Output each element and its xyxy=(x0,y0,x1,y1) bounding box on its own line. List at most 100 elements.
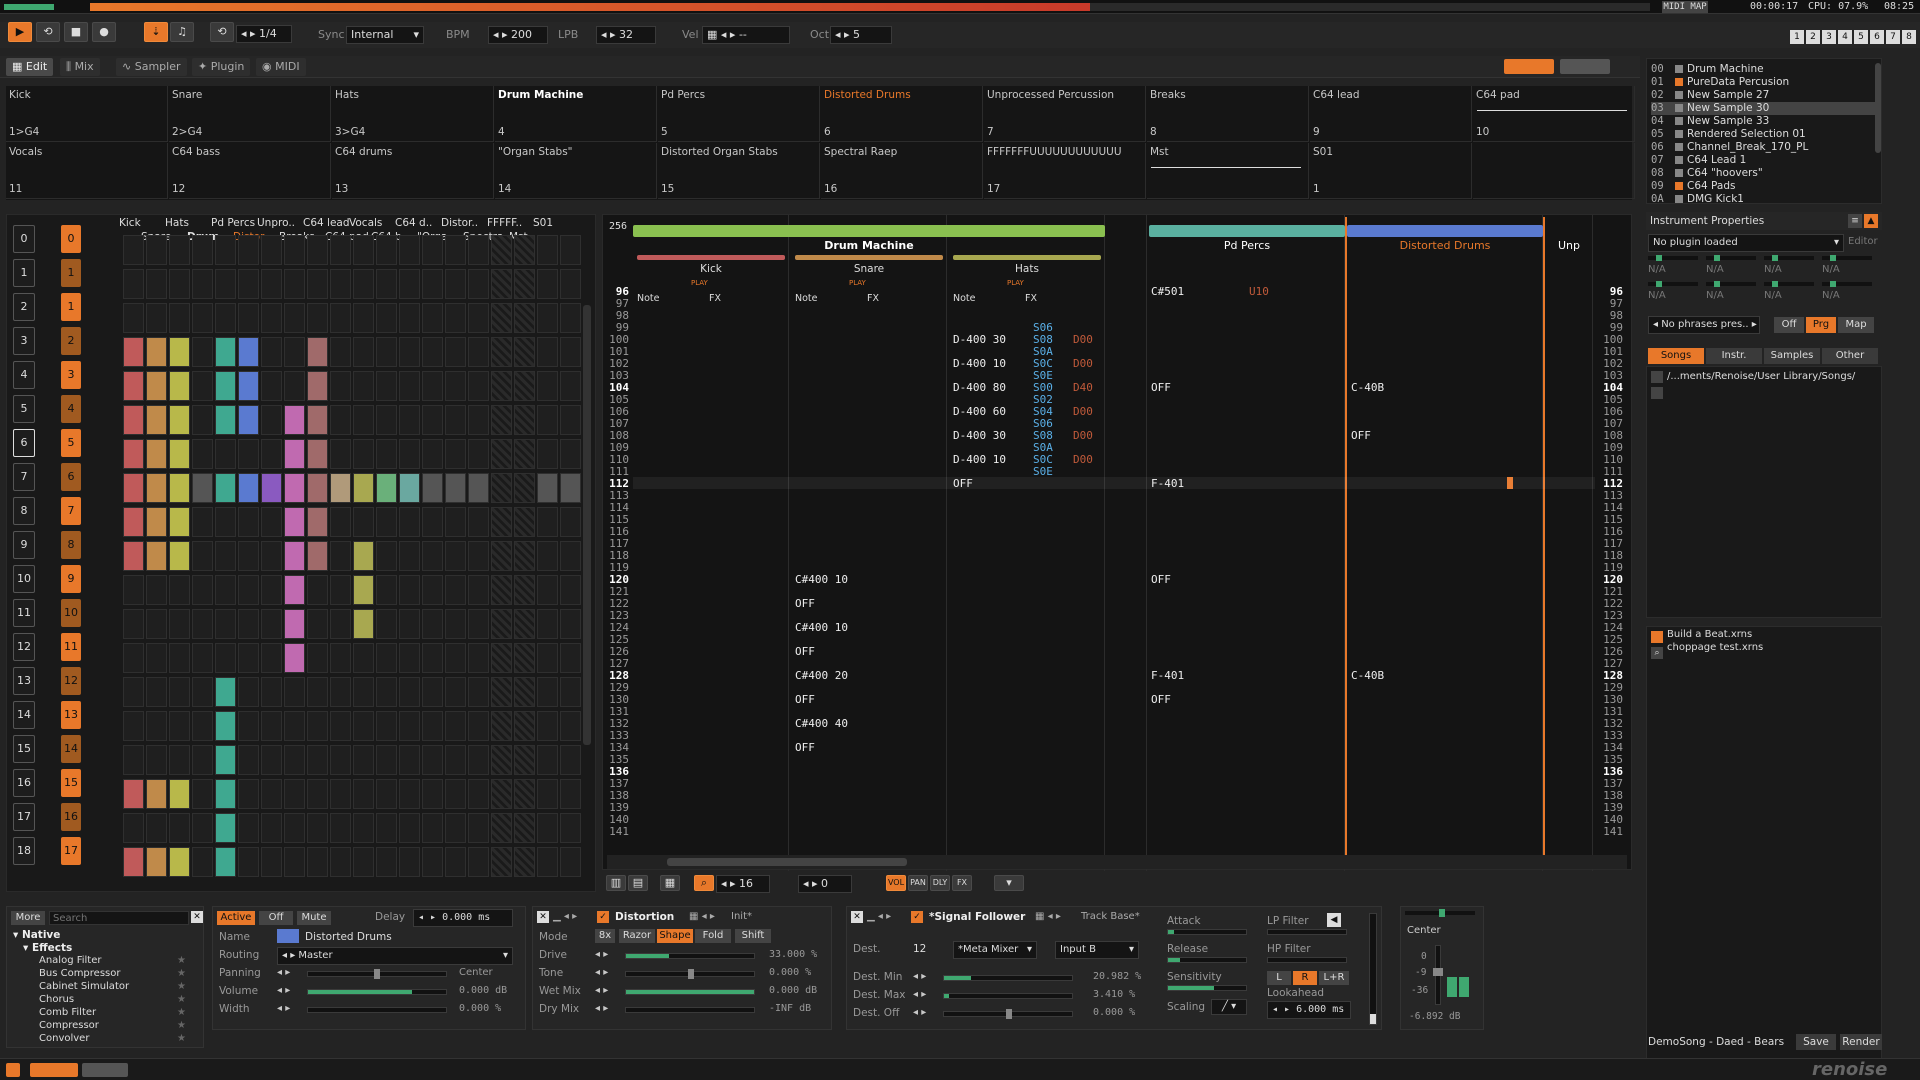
matrix-cell[interactable] xyxy=(169,609,190,639)
hats-note[interactable]: D-400 10 xyxy=(953,453,1006,466)
channel-lr-button[interactable]: L+R xyxy=(1319,971,1349,985)
pattern-slot-17[interactable]: 16 xyxy=(61,803,81,831)
matrix-scrollbar[interactable] xyxy=(583,305,591,745)
folder-up-icon[interactable] xyxy=(1651,371,1663,383)
matrix-cell[interactable] xyxy=(169,303,190,333)
matrix-cell[interactable] xyxy=(330,779,351,809)
disk-tab-other[interactable]: Other xyxy=(1822,348,1878,364)
matrix-cell[interactable] xyxy=(514,235,535,265)
matrix-cell[interactable] xyxy=(284,473,305,503)
matrix-cell[interactable] xyxy=(169,371,190,401)
matrix-cell[interactable] xyxy=(307,643,328,673)
matrix-cell[interactable] xyxy=(376,235,397,265)
matrix-cell[interactable] xyxy=(422,473,443,503)
hats-fx2[interactable]: D00 xyxy=(1073,333,1093,346)
matrix-cell[interactable] xyxy=(560,779,581,809)
matrix-cell[interactable] xyxy=(468,473,489,503)
sequence-slot-0[interactable]: 0 xyxy=(13,225,35,253)
star-icon[interactable]: ★ xyxy=(177,1007,186,1018)
hats-note[interactable]: D-400 10 xyxy=(953,357,1006,370)
matrix-cell[interactable] xyxy=(284,677,305,707)
matrix-cell[interactable] xyxy=(376,745,397,775)
dest-min-arrows[interactable]: ◂ ▸ xyxy=(913,971,926,982)
matrix-cell[interactable] xyxy=(537,609,558,639)
mode-button-razor[interactable]: Razor xyxy=(619,929,655,943)
matrix-cell[interactable] xyxy=(422,371,443,401)
search-icon[interactable]: ⌕ xyxy=(694,875,714,891)
matrix-cell[interactable] xyxy=(468,303,489,333)
instrument-row[interactable]: 05 Rendered Selection 01 xyxy=(1651,128,1875,141)
matrix-cell[interactable] xyxy=(353,643,374,673)
matrix-cell[interactable] xyxy=(537,269,558,299)
macro-knob[interactable] xyxy=(1656,281,1662,287)
matrix-cell[interactable] xyxy=(445,507,466,537)
render-button[interactable]: Render xyxy=(1840,1034,1882,1050)
matrix-cell[interactable] xyxy=(238,473,259,503)
matrix-cell[interactable] xyxy=(353,507,374,537)
matrix-cell[interactable] xyxy=(399,371,420,401)
matrix-cell[interactable] xyxy=(399,439,420,469)
matrix-cell[interactable] xyxy=(307,371,328,401)
matrix-cell[interactable] xyxy=(560,813,581,843)
track-scope-1[interactable]: Kick 1>G4 xyxy=(6,86,168,142)
star-icon[interactable]: ★ xyxy=(177,1033,186,1044)
pattern-slot-16[interactable]: 15 xyxy=(61,769,81,797)
matrix-cell[interactable] xyxy=(514,269,535,299)
matrix-cell[interactable] xyxy=(376,507,397,537)
matrix-cell[interactable] xyxy=(468,371,489,401)
matrix-cell[interactable] xyxy=(284,507,305,537)
matrix-cell[interactable] xyxy=(399,337,420,367)
block-icon[interactable]: ▤ xyxy=(628,875,648,891)
page-button-6[interactable]: 6 xyxy=(1870,30,1884,44)
matrix-cell[interactable] xyxy=(192,337,213,367)
matrix-cell[interactable] xyxy=(399,541,420,571)
sequence-slot-5[interactable]: 5 xyxy=(13,395,35,423)
volume-arrows[interactable]: ◂ ▸ xyxy=(277,985,290,996)
matrix-cell[interactable] xyxy=(353,677,374,707)
matrix-cell[interactable] xyxy=(376,575,397,605)
hats-note[interactable]: D-400 80 xyxy=(953,381,1006,394)
effect-item[interactable]: Cabinet Simulator xyxy=(39,981,129,992)
pattern-slot-14[interactable]: 13 xyxy=(61,701,81,729)
track-column-4[interactable] xyxy=(1149,215,1345,871)
matrix-cell[interactable] xyxy=(192,575,213,605)
disk-tab-songs[interactable]: Songs xyxy=(1648,348,1704,364)
matrix-cell[interactable] xyxy=(307,507,328,537)
matrix-cell[interactable] xyxy=(284,643,305,673)
tone-slider[interactable] xyxy=(625,969,755,979)
matrix-cell[interactable] xyxy=(169,813,190,843)
matrix-cell[interactable] xyxy=(537,643,558,673)
dry-arrows[interactable]: ◂ ▸ xyxy=(595,1003,608,1014)
matrix-cell[interactable] xyxy=(192,711,213,741)
volume-fader[interactable] xyxy=(1433,945,1443,1005)
matrix-cell[interactable] xyxy=(330,575,351,605)
sequence-slot-16[interactable]: 16 xyxy=(13,769,35,797)
pan-slider[interactable] xyxy=(1405,909,1475,917)
matrix-cell[interactable] xyxy=(353,303,374,333)
matrix-cell[interactable] xyxy=(123,847,144,877)
pd-note[interactable]: F-401 xyxy=(1151,669,1184,682)
matrix-cell[interactable] xyxy=(238,813,259,843)
effect-item[interactable]: Chorus xyxy=(39,994,74,1005)
matrix-cell[interactable] xyxy=(537,405,558,435)
sequence-slot-9[interactable]: 9 xyxy=(13,531,35,559)
pattern-slot-3[interactable]: 2 xyxy=(61,327,81,355)
matrix-cell[interactable] xyxy=(284,235,305,265)
matrix-cell[interactable] xyxy=(238,745,259,775)
channel-r-button[interactable]: R xyxy=(1293,971,1317,985)
instrument-row[interactable]: 01 PureData Percusion xyxy=(1651,76,1875,89)
matrix-cell[interactable] xyxy=(307,269,328,299)
matrix-cell[interactable] xyxy=(468,541,489,571)
matrix-cell[interactable] xyxy=(284,745,305,775)
effect-item[interactable]: Compressor xyxy=(39,1020,99,1031)
lpb-field[interactable]: ◂ ▸ 32 xyxy=(596,26,656,44)
snare-note[interactable]: OFF xyxy=(795,645,815,658)
matrix-cell[interactable] xyxy=(307,439,328,469)
matrix-cell[interactable] xyxy=(169,507,190,537)
track-column-2[interactable]: Hats Note FX PLAY xyxy=(949,215,1105,871)
pd-note[interactable]: OFF xyxy=(1151,381,1171,394)
track-column-1[interactable]: Snare Note FX PLAY xyxy=(791,215,947,871)
matrix-cell[interactable] xyxy=(491,405,512,435)
matrix-cell[interactable] xyxy=(376,371,397,401)
matrix-cell[interactable] xyxy=(422,677,443,707)
